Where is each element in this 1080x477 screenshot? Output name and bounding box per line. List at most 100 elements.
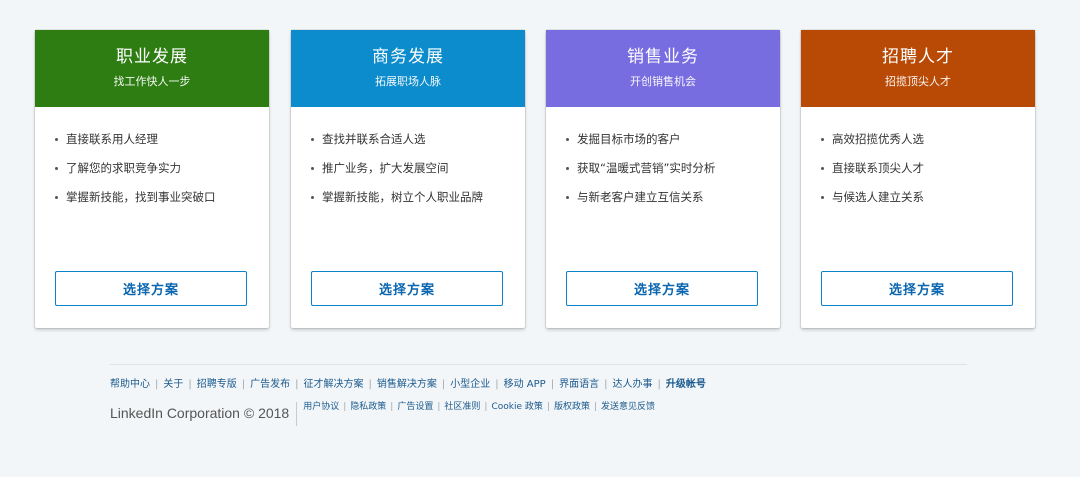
footer-link-talent-solutions[interactable]: 征才解决方案 xyxy=(304,377,364,393)
feature-text: 推广业务，扩大发展空间 xyxy=(322,161,449,175)
feature-item: 掌握新技能，树立个人职业品牌 xyxy=(311,183,525,212)
legal-link-ad-settings[interactable]: 广告设置 xyxy=(397,400,433,414)
copyright-text: LinkedIn Corporation © 2018 xyxy=(110,405,290,421)
separator: | xyxy=(546,402,550,412)
footer-link-help[interactable]: 帮助中心 xyxy=(110,377,150,393)
select-plan-button[interactable]: 选择方案 xyxy=(821,271,1013,306)
legal-link-privacy[interactable]: 隐私政策 xyxy=(350,400,386,414)
bullet-icon xyxy=(55,196,58,199)
separator: | xyxy=(241,379,246,390)
feature-item: 掌握新技能，找到事业突破口 xyxy=(55,183,269,212)
feature-item: 发掘目标市场的客户 xyxy=(566,125,780,154)
footer-bottom: LinkedIn Corporation © 2018 用户协议 | 隐私政策 | … xyxy=(110,400,655,426)
bullet-icon xyxy=(55,167,58,170)
separator: | xyxy=(657,379,661,390)
footer-link-upgrade[interactable]: 升级帐号 xyxy=(666,377,706,393)
footer-link-language[interactable]: 界面语言 xyxy=(559,377,599,393)
plan-features: 高效招揽优秀人选 直接联系顶尖人才 与候选人建立关系 xyxy=(801,107,1035,271)
feature-item: 获取“温暖式营销”实时分析 xyxy=(566,154,780,183)
plan-card-business: 商务发展 拓展职场人脉 查找并联系合适人选 推广业务，扩大发展空间 掌握新技能，… xyxy=(291,30,525,328)
plan-title: 职业发展 xyxy=(116,47,188,67)
bullet-icon xyxy=(55,138,58,141)
plan-features: 查找并联系合适人选 推广业务，扩大发展空间 掌握新技能，树立个人职业品牌 xyxy=(291,107,525,271)
separator: | xyxy=(368,379,372,390)
legal-links: 用户协议 | 隐私政策 | 广告设置 | 社区准则 | Cookie 政策 | 版权政策 |… xyxy=(303,400,655,414)
bullet-icon xyxy=(311,196,314,199)
footer-vertical-divider xyxy=(296,402,298,426)
feature-text: 获取“温暖式营销”实时分析 xyxy=(577,161,716,175)
feature-text: 直接联系用人经理 xyxy=(66,132,158,146)
separator: | xyxy=(495,379,499,390)
plan-features: 发掘目标市场的客户 获取“温暖式营销”实时分析 与新老客户建立互信关系 xyxy=(546,107,780,271)
feature-text: 与候选人建立关系 xyxy=(832,190,924,204)
plan-subtitle: 招揽顶尖人才 xyxy=(885,75,951,88)
feature-item: 直接联系用人经理 xyxy=(55,125,269,154)
bullet-icon xyxy=(821,196,824,199)
footer-link-small-business[interactable]: 小型企业 xyxy=(450,377,490,393)
plan-card-recruiter: 招聘人才 招揽顶尖人才 高效招揽优秀人选 直接联系顶尖人才 与候选人建立关系 选… xyxy=(801,30,1035,328)
legal-link-feedback[interactable]: 发送意见反馈 xyxy=(601,400,655,414)
separator: | xyxy=(343,402,347,412)
plan-subtitle: 拓展职场人脉 xyxy=(375,75,441,88)
feature-item: 与候选人建立关系 xyxy=(821,183,1035,212)
select-plan-button[interactable]: 选择方案 xyxy=(311,271,503,306)
legal-link-cookie[interactable]: Cookie 政策 xyxy=(491,400,542,414)
footer-link-jobs[interactable]: 招聘专版 xyxy=(197,377,237,393)
feature-text: 查找并联系合适人选 xyxy=(322,132,426,146)
footer-link-advertising[interactable]: 广告发布 xyxy=(250,377,290,393)
separator: | xyxy=(441,379,446,390)
plan-features: 直接联系用人经理 了解您的求职竞争实力 掌握新技能，找到事业突破口 xyxy=(35,107,269,271)
bullet-icon xyxy=(821,167,824,170)
plan-card-header: 招聘人才 招揽顶尖人才 xyxy=(801,30,1035,107)
feature-item: 直接联系顶尖人才 xyxy=(821,154,1035,183)
feature-item: 了解您的求职竞争实力 xyxy=(55,154,269,183)
feature-item: 查找并联系合适人选 xyxy=(311,125,525,154)
legal-link-user-agreement[interactable]: 用户协议 xyxy=(303,400,339,414)
feature-text: 了解您的求职竞争实力 xyxy=(66,161,181,175)
separator: | xyxy=(188,379,192,390)
footer-links: 帮助中心 | 关于 | 招聘专版 | 广告发布 | 征才解决方案 | 销售解决方案 | 小型… xyxy=(110,377,706,393)
feature-text: 与新老客户建立互信关系 xyxy=(577,190,704,204)
bullet-icon xyxy=(311,138,314,141)
separator: | xyxy=(390,402,394,412)
plan-card-career: 职业发展 找工作快人一步 直接联系用人经理 了解您的求职竞争实力 掌握新技能，找… xyxy=(35,30,269,328)
separator: | xyxy=(550,379,555,390)
plan-title: 商务发展 xyxy=(372,47,444,67)
footer-link-sales-solutions[interactable]: 销售解决方案 xyxy=(377,377,437,393)
footer-link-mobile-app[interactable]: 移动 APP xyxy=(504,377,546,393)
legal-link-community[interactable]: 社区准则 xyxy=(444,400,480,414)
bullet-icon xyxy=(566,167,569,170)
footer-link-about[interactable]: 关于 xyxy=(163,377,183,393)
separator: | xyxy=(484,402,488,412)
separator: | xyxy=(593,402,597,412)
separator: | xyxy=(295,379,299,390)
footer-divider xyxy=(110,364,967,365)
plan-card-sales: 销售业务 开创销售机会 发掘目标市场的客户 获取“温暖式营销”实时分析 与新老客… xyxy=(546,30,780,328)
plan-cards: 职业发展 找工作快人一步 直接联系用人经理 了解您的求职竞争实力 掌握新技能，找… xyxy=(35,30,1035,328)
feature-text: 掌握新技能，树立个人职业品牌 xyxy=(322,190,483,204)
plan-subtitle: 找工作快人一步 xyxy=(113,75,191,88)
plan-card-header: 商务发展 拓展职场人脉 xyxy=(291,30,525,107)
select-plan-button[interactable]: 选择方案 xyxy=(55,271,247,306)
feature-text: 直接联系顶尖人才 xyxy=(832,161,924,175)
feature-text: 高效招揽优秀人选 xyxy=(832,132,924,146)
separator: | xyxy=(604,379,608,390)
footer-link-services[interactable]: 达人办事 xyxy=(612,377,652,393)
bullet-icon xyxy=(566,196,569,199)
feature-item: 高效招揽优秀人选 xyxy=(821,125,1035,154)
plan-title: 销售业务 xyxy=(627,47,699,67)
bullet-icon xyxy=(311,167,314,170)
bullet-icon xyxy=(821,138,824,141)
plan-card-header: 职业发展 找工作快人一步 xyxy=(35,30,269,107)
separator: | xyxy=(437,402,441,412)
separator: | xyxy=(155,379,159,390)
feature-text: 发掘目标市场的客户 xyxy=(577,132,681,146)
plan-title: 招聘人才 xyxy=(882,47,954,67)
plan-card-header: 销售业务 开创销售机会 xyxy=(546,30,780,107)
select-plan-button[interactable]: 选择方案 xyxy=(566,271,758,306)
plan-subtitle: 开创销售机会 xyxy=(630,75,696,88)
feature-item: 推广业务，扩大发展空间 xyxy=(311,154,525,183)
legal-link-copyright[interactable]: 版权政策 xyxy=(554,400,590,414)
bullet-icon xyxy=(566,138,569,141)
feature-text: 掌握新技能，找到事业突破口 xyxy=(66,190,216,204)
